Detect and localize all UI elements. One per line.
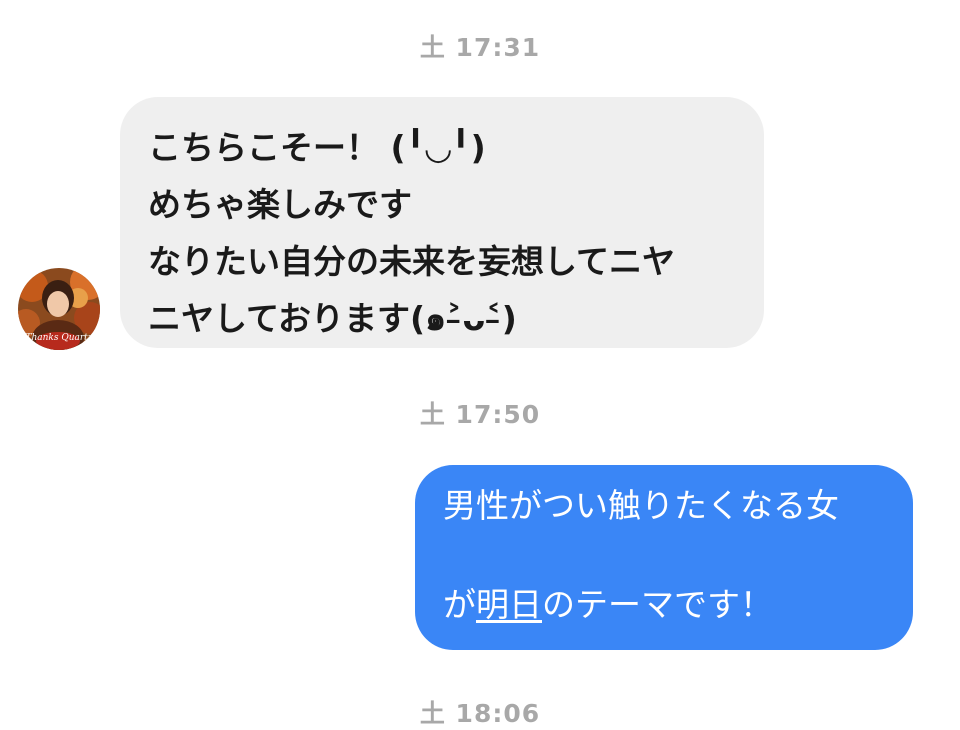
avatar-badge-text: Thanks Quartz <box>25 333 92 343</box>
message-line: 男性がつい触りたくなる女 <box>443 486 839 525</box>
date-link[interactable]: 明日 <box>476 585 542 624</box>
message-text: のテーマです！ <box>542 585 773 624</box>
timestamp: 土 17:31 <box>419 33 541 62</box>
timestamp: 土 17:50 <box>419 400 541 429</box>
message-line: こちらこそー！ (╹◡╹) <box>148 128 486 167</box>
outgoing-message-bubble[interactable]: 男性がつい触りたくなる女 が明日のテーマです！ <box>415 465 913 650</box>
message-text: が <box>443 585 476 624</box>
timestamp: 土 18:06 <box>419 699 541 728</box>
message-line: なりたい自分の未来を妄想してニヤ <box>148 242 676 281</box>
avatar[interactable]: Thanks Quartz <box>18 268 100 350</box>
avatar-photo: Thanks Quartz <box>18 268 100 350</box>
message-line: が明日のテーマです！ <box>443 582 885 627</box>
incoming-message-bubble[interactable]: こちらこそー！ (╹◡╹) めちゃ楽しみです なりたい自分の未来を妄想してニヤ … <box>120 97 764 348</box>
message-line: ニヤしております(๑˃̵ᴗ˂̵) <box>148 299 517 338</box>
message-line: めちゃ楽しみです <box>148 185 412 224</box>
